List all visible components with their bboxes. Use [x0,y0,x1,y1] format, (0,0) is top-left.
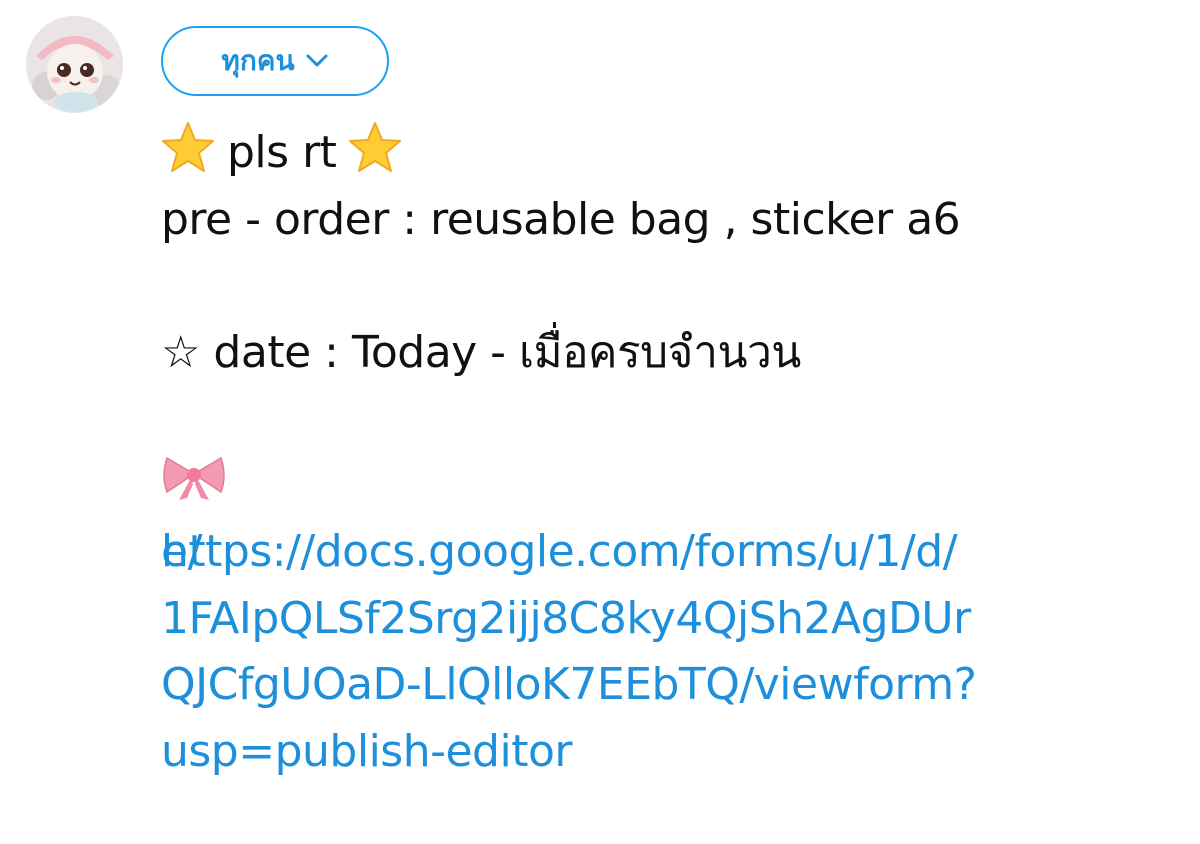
star-emoji-icon [161,121,215,193]
link-line-4: QJCfgUOaD-LlQlloK7EEbTQ/viewform? [161,659,977,710]
avatar[interactable] [26,16,123,113]
avatar-image [26,16,123,113]
tweet-line-3: ☆ date : Today - เมื่อครบจำนวน [161,326,801,378]
tweet-line-1-text: pls rt [227,127,337,178]
form-link[interactable]: https://docs.google.com/forms/u/1/d/ e/ … [161,453,1171,786]
link-line-5: usp=publish-editor [161,725,572,777]
tweet-line-1: pls rt [161,120,1171,187]
chevron-down-icon [305,53,329,69]
link-line-3: 1FAIpQLSf2Srg2ijj8C8ky4QjSh2AgDUr [161,592,971,644]
audience-selector-button[interactable]: ทุกคน [161,26,389,96]
link-line-1: https://docs.google.com/forms/u/1/d/ [161,526,958,577]
tweet-text: pls rt pre - order : reusable bag , stic… [161,120,1171,785]
star-emoji-icon [348,121,402,193]
ribbon-emoji-icon [161,453,1153,520]
tweet-line-2: pre - order : reusable bag , sticker a6 [161,193,961,245]
audience-label: ทุกคน [221,44,295,77]
